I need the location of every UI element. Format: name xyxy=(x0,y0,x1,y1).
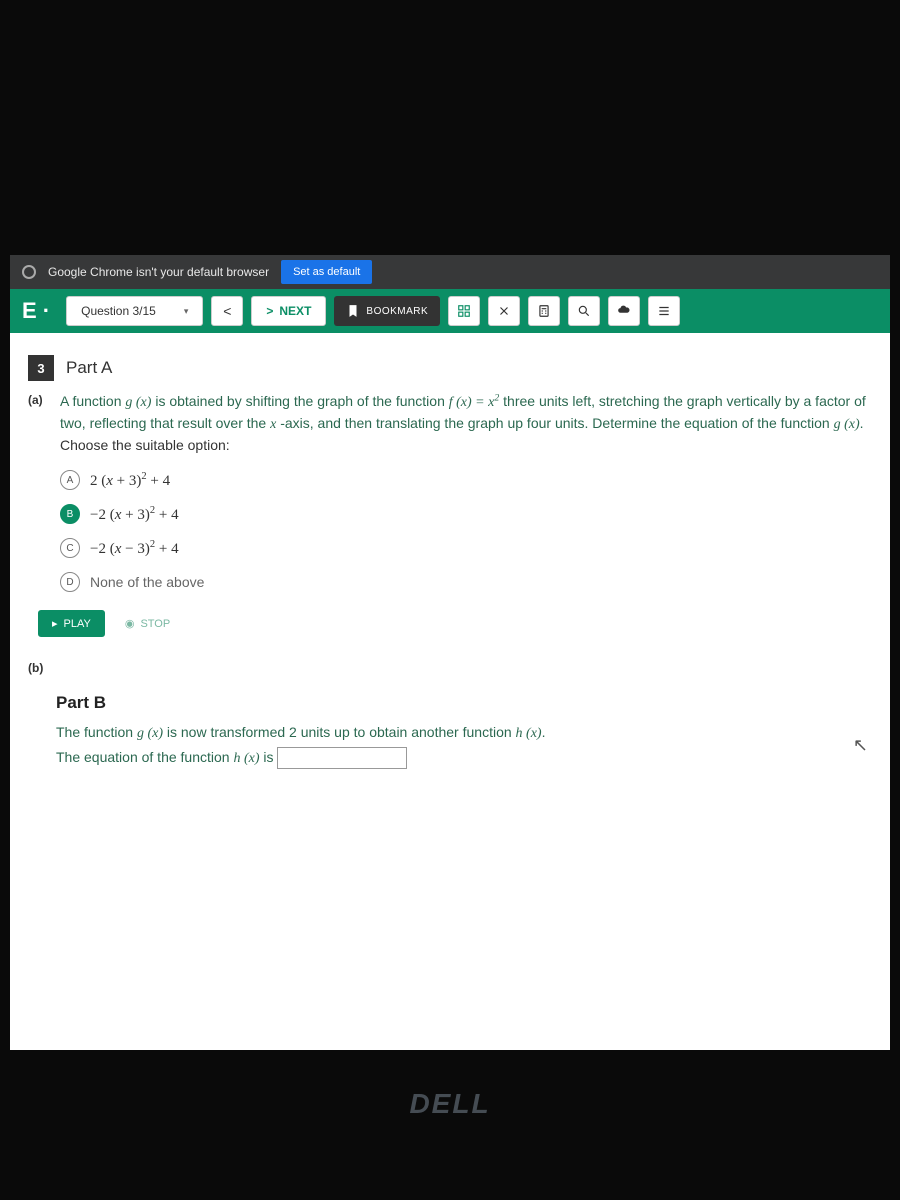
chrome-icon xyxy=(22,265,36,279)
calculator-button[interactable] xyxy=(528,296,560,326)
grid-icon xyxy=(457,304,471,318)
quiz-toolbar: E · Question 3/15 ▾ < > NEXT BOOKMARK xyxy=(10,289,890,333)
option-b-circle: B xyxy=(60,504,80,524)
close-button[interactable] xyxy=(488,296,520,326)
option-d[interactable]: D None of the above xyxy=(60,572,872,592)
play-button[interactable]: ▸ PLAY xyxy=(38,610,105,637)
grid-button[interactable] xyxy=(448,296,480,326)
option-a[interactable]: A 2 (x + 3)2 + 4 xyxy=(60,470,872,490)
prev-button[interactable]: < xyxy=(211,296,243,326)
part-b-text: The function g (x) is now transformed 2 … xyxy=(56,721,872,771)
stop-label: STOP xyxy=(140,618,170,630)
option-d-circle: D xyxy=(60,572,80,592)
stop-icon: ◉ xyxy=(125,617,135,630)
part-b-title: Part B xyxy=(56,693,872,713)
chrome-message: Google Chrome isn't your default browser xyxy=(48,265,269,279)
list-button[interactable] xyxy=(648,296,680,326)
set-default-button[interactable]: Set as default xyxy=(281,260,372,284)
list-icon xyxy=(657,304,671,318)
option-b[interactable]: B −2 (x + 3)2 + 4 xyxy=(60,504,872,524)
chevron-right-icon: > xyxy=(266,304,273,318)
question-text: A function g (x) is obtained by shifting… xyxy=(60,391,872,456)
stop-button[interactable]: ◉ STOP xyxy=(115,610,180,637)
question-dropdown[interactable]: Question 3/15 ▾ xyxy=(66,296,203,326)
part-a-title: Part A xyxy=(66,358,112,378)
calculator-icon xyxy=(537,304,551,318)
close-icon xyxy=(497,304,511,318)
search-button[interactable] xyxy=(568,296,600,326)
chrome-infobar: Google Chrome isn't your default browser… xyxy=(10,255,890,289)
cloud-icon xyxy=(617,304,631,318)
answer-input[interactable] xyxy=(277,747,407,769)
play-icon: ▸ xyxy=(52,617,58,630)
next-label: NEXT xyxy=(279,304,311,318)
subpart-a-label: (a) xyxy=(28,391,50,456)
cursor-icon: ↖ xyxy=(853,735,868,756)
search-icon xyxy=(577,304,591,318)
subpart-b-label: (b) xyxy=(28,659,872,675)
question-number: 3 xyxy=(28,355,54,381)
cloud-button[interactable] xyxy=(608,296,640,326)
bookmark-button[interactable]: BOOKMARK xyxy=(334,296,440,326)
option-c[interactable]: C −2 (x − 3)2 + 4 xyxy=(60,538,872,558)
question-label: Question 3/15 xyxy=(81,304,156,318)
play-label: PLAY xyxy=(64,618,91,630)
question-content: 3 Part A (a) A function g (x) is obtaine… xyxy=(10,333,890,793)
next-button[interactable]: > NEXT xyxy=(251,296,326,326)
option-c-circle: C xyxy=(60,538,80,558)
app-logo: E · xyxy=(22,298,50,324)
dell-logo: DELL xyxy=(409,1088,490,1120)
bookmark-label: BOOKMARK xyxy=(366,306,428,317)
option-a-circle: A xyxy=(60,470,80,490)
bookmark-icon xyxy=(346,304,360,318)
chevron-down-icon: ▾ xyxy=(184,306,189,317)
